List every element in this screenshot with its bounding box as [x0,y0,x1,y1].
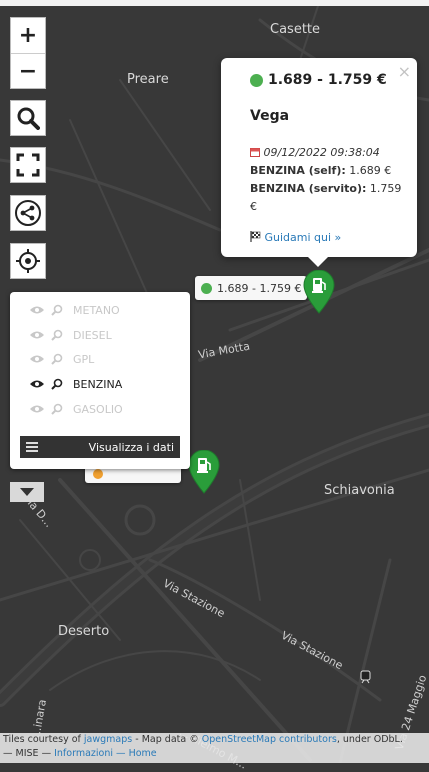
attribution-mise: — MISE — [3,748,52,759]
fuel-row-benzina[interactable]: BENZINA [29,375,122,393]
panel-toggle-button[interactable] [10,482,44,502]
zoom-out-button[interactable]: − [11,53,45,89]
fuel-label: GASOLIO [73,402,123,416]
osm-link[interactable]: OpenStreetMap contributors [202,734,337,745]
place-label: Preare [127,72,169,87]
attribution-license: , under ODbL. [336,734,403,745]
price-line: BENZINA (servito): 1.759 € [250,180,403,216]
zoom-control: + − [10,17,46,89]
home-link[interactable]: Home [129,748,157,759]
separator: — [116,748,126,759]
zoom-search-icon[interactable] [51,304,65,316]
checkered-flag-icon [250,231,261,242]
show-data-label: Visualizza i dati [88,440,174,454]
fullscreen-icon [16,153,40,177]
fuel-label: METANO [73,303,120,317]
fuel-row-gpl[interactable]: GPL [29,350,94,368]
place-label: Deserto [58,624,110,639]
eye-icon[interactable] [29,305,45,315]
popup-tip [308,257,328,267]
jawgmaps-link[interactable]: jawgmaps [84,734,132,745]
marker-price-text: 1.689 - 1.759 € [217,281,302,295]
station-name: Vega [250,108,290,124]
fuel-filter-panel: METANO DIESEL GPL BENZINA GASOLIO Visual… [10,292,190,469]
info-link[interactable]: Informazioni [54,748,113,759]
navigate-label: Guidami qui » [264,231,342,244]
update-date: 09/12/2022 09:38:04 [263,146,380,159]
station-popup: × 1.689 - 1.759 € Vega 09/12/2022 09:38:… [221,58,417,267]
fuel-label: DIESEL [73,328,112,342]
marker-price-label[interactable]: 1.689 - 1.759 € [195,276,308,300]
attribution-prefix: Tiles courtesy of [3,734,81,745]
zoom-search-icon[interactable] [51,329,65,341]
fuel-label: GPL [73,352,95,366]
eye-icon[interactable] [29,354,45,364]
price-status-dot [250,73,263,87]
price-status-dot [93,469,103,479]
map-attribution: Tiles courtesy of jawgmaps - Map data © … [0,733,429,763]
popup-close-button[interactable]: × [398,62,411,81]
place-label: Casette [270,22,321,37]
popup-price: 1.689 - 1.759 € [250,72,403,88]
price-line: BENZINA (self): 1.689 € [250,162,403,180]
fuel-row-diesel[interactable]: DIESEL [29,326,112,344]
fuel-station-marker[interactable] [303,270,335,314]
crosshair-icon [16,249,40,273]
locate-button[interactable] [10,243,46,279]
price-line-value: 1.689 € [349,164,392,177]
price-line-label: BENZINA (servito): [250,182,367,195]
fuel-row-gasolio[interactable]: GASOLIO [29,400,123,418]
top-edge [0,0,429,6]
zoom-search-icon[interactable] [51,378,65,390]
update-date-row: 09/12/2022 09:38:04 [250,144,403,162]
fuel-row-metano[interactable]: METANO [29,301,120,319]
train-station-icon [360,670,371,684]
zoom-search-icon[interactable] [51,353,65,365]
fuel-station-marker[interactable] [188,450,220,494]
list-icon [26,442,38,452]
search-button[interactable] [10,100,46,136]
navigate-link[interactable]: Guidami qui » [250,231,403,244]
fullscreen-button[interactable] [10,147,46,183]
chevron-down-icon [20,488,34,496]
place-label: Schiavonia [324,483,395,498]
station-info: 09/12/2022 09:38:04 BENZINA (self): 1.68… [250,144,403,216]
share-icon [15,200,41,226]
popup-price-range: 1.689 - 1.759 € [268,72,387,88]
eye-icon[interactable] [29,330,45,340]
eye-icon[interactable] [29,404,45,414]
attribution-mapdata: - Map data © [135,734,199,745]
calendar-icon [250,148,260,157]
price-line-label: BENZINA (self): [250,164,346,177]
search-icon [17,107,40,130]
zoom-search-icon[interactable] [51,403,65,415]
eye-icon[interactable] [29,379,45,389]
zoom-in-button[interactable]: + [11,18,45,53]
fuel-label: BENZINA [73,377,123,391]
price-status-dot [201,282,212,294]
show-data-button[interactable]: Visualizza i dati [20,436,180,458]
share-button[interactable] [10,195,46,231]
